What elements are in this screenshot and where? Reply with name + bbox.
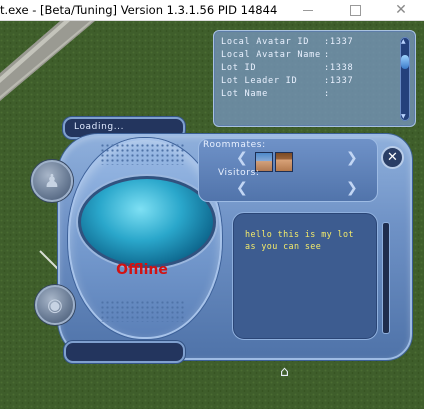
maximize-icon — [349, 4, 361, 16]
bottom-bar — [64, 341, 185, 363]
debug-label: Lot Name — [221, 89, 268, 99]
loading-text: Loading... — [74, 122, 125, 132]
person-button[interactable]: ♟ — [31, 160, 73, 202]
chevron-left-icon[interactable]: ❮ — [236, 180, 248, 196]
debug-label: Lot Leader ID — [221, 76, 298, 86]
close-window-icon: ✕ — [395, 2, 407, 18]
person-silhouette-icon: ♟ — [43, 170, 61, 192]
debug-value: :1337 — [324, 76, 354, 86]
maximize-button[interactable] — [332, 0, 378, 20]
circle-action-icon: ◉ — [47, 294, 63, 316]
scroll-thumb[interactable] — [401, 55, 409, 69]
window-titlebar: t.exe - [Beta/Tuning] Version 1.3.1.56 P… — [0, 0, 424, 21]
roommates-label: Roommates: — [203, 140, 266, 150]
debug-info-panel: Local Avatar ID :1337 Local Avatar Name … — [213, 30, 416, 127]
chevron-left-icon[interactable]: ❮ — [236, 150, 248, 166]
chevron-right-icon[interactable]: ❯ — [346, 150, 358, 166]
debug-scrollbar[interactable]: ▲ ▼ — [400, 37, 410, 121]
minimize-icon — [303, 9, 313, 11]
scroll-up-icon[interactable]: ▲ — [401, 38, 406, 45]
close-window-button[interactable]: ✕ — [378, 0, 424, 20]
scroll-down-icon[interactable]: ▼ — [401, 113, 406, 120]
debug-value: :1338 — [324, 63, 354, 73]
minimize-button[interactable] — [285, 0, 331, 20]
speaker-grille-top — [100, 143, 184, 165]
visitors-label: Visitors: — [218, 168, 260, 178]
chat-message: hello this is my lot as you can see — [245, 229, 354, 251]
debug-label: Lot ID — [221, 63, 257, 73]
close-panel-button[interactable]: ✕ — [381, 146, 404, 169]
debug-label: Local Avatar Name — [221, 50, 321, 60]
debug-label: Local Avatar ID — [221, 37, 310, 47]
house-icon[interactable]: ⌂ — [280, 364, 298, 380]
close-icon: ✕ — [387, 150, 398, 165]
roommate-avatar[interactable] — [275, 152, 293, 172]
window-title: t.exe - [Beta/Tuning] Version 1.3.1.56 P… — [0, 3, 278, 17]
status-screen — [78, 176, 216, 268]
debug-value: : — [324, 50, 330, 60]
chat-scrollbar[interactable] — [382, 222, 390, 334]
debug-value: :1337 — [324, 37, 354, 47]
speaker-grille-bottom — [100, 300, 184, 322]
chevron-right-icon[interactable]: ❯ — [346, 180, 358, 196]
status-text: Offline — [116, 262, 168, 278]
action-button[interactable]: ◉ — [35, 285, 75, 325]
debug-value: : — [324, 89, 330, 99]
